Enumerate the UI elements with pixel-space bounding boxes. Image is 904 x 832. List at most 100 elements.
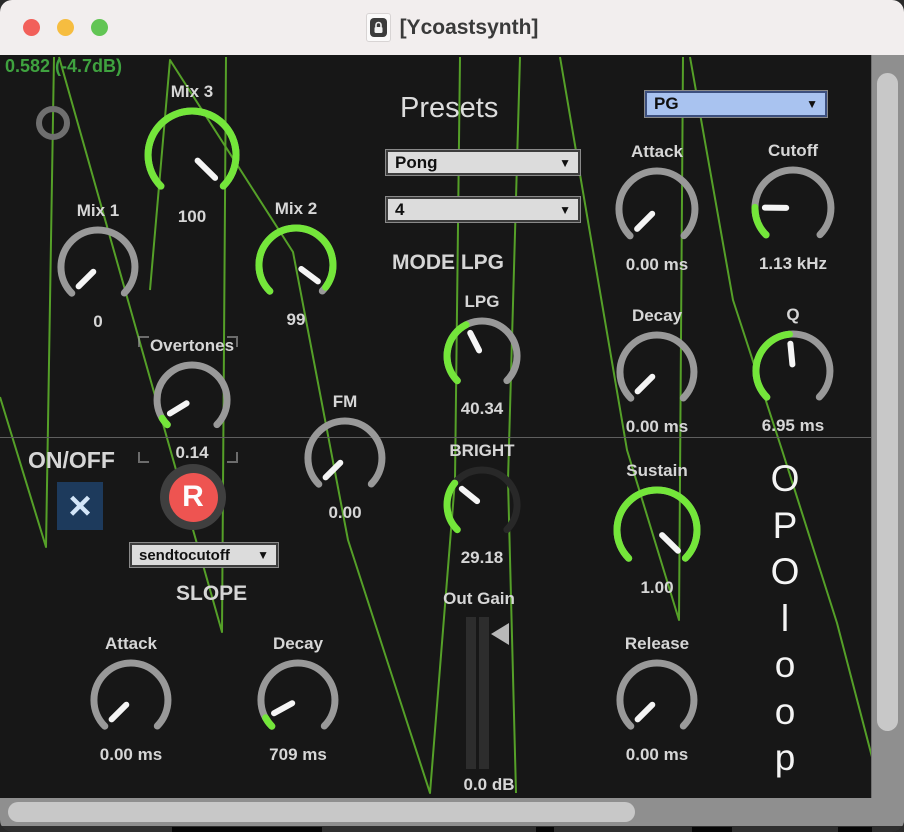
knob-overtones[interactable]: Overtones 0.14	[127, 335, 257, 465]
knob-dial	[439, 313, 525, 399]
knob-dial	[612, 327, 702, 417]
knob-label: Attack	[631, 141, 683, 163]
knob-dial	[251, 220, 341, 310]
opoloop-vertical-text: OPOloop	[762, 456, 808, 782]
horizontal-scrollbar-thumb[interactable]	[8, 802, 635, 822]
knob-value: 29.18	[461, 548, 504, 570]
knob-dial	[253, 655, 343, 745]
knob-release[interactable]: Release 0.00 ms	[592, 633, 722, 767]
vertical-scrollbar-thumb[interactable]	[877, 73, 898, 731]
selection-bracket	[227, 452, 238, 463]
knob-mix1[interactable]: Mix 1 0	[33, 200, 163, 334]
knob-sustain[interactable]: Sustain 1.00	[592, 460, 722, 600]
patch-lock-icon	[366, 13, 391, 42]
knob-dial	[748, 326, 838, 416]
knob-label: Overtones	[150, 335, 234, 357]
vertical-scrollbar[interactable]	[871, 55, 904, 798]
knob-label: Release	[625, 633, 689, 655]
knob-value: 0.00 ms	[626, 255, 688, 277]
horizontal-scrollbar[interactable]	[0, 798, 904, 826]
pg-select-value: PG	[654, 94, 679, 114]
chevron-down-icon: ▼	[559, 203, 571, 217]
send-destination-select[interactable]: sendtocutoff ▼	[130, 543, 278, 567]
knob-dial	[747, 162, 839, 254]
knob-dial	[609, 482, 705, 578]
knob-value: 0.00 ms	[626, 745, 688, 767]
selection-bracket	[138, 452, 149, 463]
preset-number-value: 4	[395, 200, 404, 220]
vertical-letter: o	[775, 642, 796, 689]
vertical-letter: P	[773, 503, 798, 550]
titlebar: [Ycoastsynth]	[0, 0, 904, 56]
x-icon: ×	[68, 486, 91, 526]
out-gain-value: 0.0 dB	[446, 775, 532, 795]
knob-decay[interactable]: Decay0.00 ms	[592, 305, 722, 439]
gain-readout: 0.582 (-4.7dB)	[5, 56, 122, 77]
knob-dial	[612, 655, 702, 745]
knob-label: Mix 3	[171, 81, 214, 103]
selection-bracket	[227, 336, 238, 347]
knob-q[interactable]: Q 6.95 ms	[728, 304, 858, 438]
knob-value: 0.00 ms	[100, 745, 162, 767]
knob-slope-decay[interactable]: Decay 709 ms	[233, 633, 363, 767]
knob-cutoff[interactable]: Cutoff 1.13 kHz	[728, 140, 858, 276]
ycoastsynth-window: [Ycoastsynth] 0.582 (-4.7dB) Presets Pon…	[0, 0, 904, 832]
mode-lpg-label: MODE LPG	[392, 251, 504, 275]
knob-dial	[86, 655, 176, 745]
knob-dial	[140, 103, 244, 207]
vertical-letter: O	[771, 456, 800, 503]
knob-dial	[611, 163, 703, 255]
on-off-label: ON/OFF	[28, 447, 115, 474]
knob-attack[interactable]: Attack 0.00 ms	[592, 141, 722, 277]
send-destination-value: sendtocutoff	[139, 547, 230, 564]
knob-dial	[149, 357, 235, 443]
knob-value: 0	[93, 312, 102, 334]
vertical-letter: o	[775, 689, 796, 736]
on-off-toggle[interactable]: ×	[57, 482, 103, 530]
pg-select[interactable]: PG ▼	[645, 91, 827, 117]
knob-label: Sustain	[626, 460, 687, 482]
knob-value: 100	[178, 207, 206, 229]
knob-value: 0.14	[175, 443, 208, 465]
slope-label: SLOPE	[176, 582, 247, 606]
knob-value: 1.00	[640, 578, 673, 600]
knob-label: Decay	[632, 305, 682, 327]
vertical-letter: l	[781, 596, 789, 643]
chevron-down-icon: ▼	[257, 548, 269, 562]
gain-meter-bar	[479, 617, 489, 769]
vertical-letter: p	[775, 735, 796, 782]
preset-select-value: Pong	[395, 153, 438, 173]
knob-value: 1.13 kHz	[759, 254, 827, 276]
knob-fm[interactable]: FM 0.00	[280, 391, 410, 525]
knob-value: 0.00	[328, 503, 361, 525]
knob-value: 40.34	[461, 399, 504, 421]
preset-select[interactable]: Pong ▼	[386, 150, 580, 175]
vertical-letter: O	[771, 549, 800, 596]
knob-dial	[300, 413, 390, 503]
knob-dial	[53, 222, 143, 312]
record-button-label: R	[182, 480, 204, 514]
record-button[interactable]: R	[160, 464, 226, 530]
chevron-down-icon: ▼	[559, 156, 571, 170]
preset-number-select[interactable]: 4 ▼	[386, 197, 580, 222]
scrollbar-corner	[872, 798, 904, 826]
gain-slider-handle[interactable]	[491, 623, 509, 645]
small-dial[interactable]	[36, 106, 70, 140]
knob-label: Cutoff	[768, 140, 818, 162]
knob-value: 709 ms	[269, 745, 327, 767]
knob-lpg[interactable]: LPG 40.34	[417, 291, 547, 421]
knob-mix2[interactable]: Mix 299	[231, 198, 361, 332]
knob-label: LPG	[465, 291, 500, 313]
knob-label: Mix 1	[77, 200, 120, 222]
out-gain-slider[interactable]	[466, 617, 512, 769]
knob-label: Decay	[273, 633, 323, 655]
knob-label: Mix 2	[275, 198, 318, 220]
knob-label: Q	[786, 304, 799, 326]
knob-label: BRIGHT	[449, 440, 514, 462]
knob-label: FM	[333, 391, 358, 413]
presets-heading: Presets	[400, 92, 498, 125]
knob-slope-attack[interactable]: Attack0.00 ms	[66, 633, 196, 767]
knob-value: 6.95 ms	[762, 416, 824, 438]
knob-bright[interactable]: BRIGHT 29.18	[417, 440, 547, 570]
window-title: [Ycoastsynth]	[400, 16, 539, 40]
